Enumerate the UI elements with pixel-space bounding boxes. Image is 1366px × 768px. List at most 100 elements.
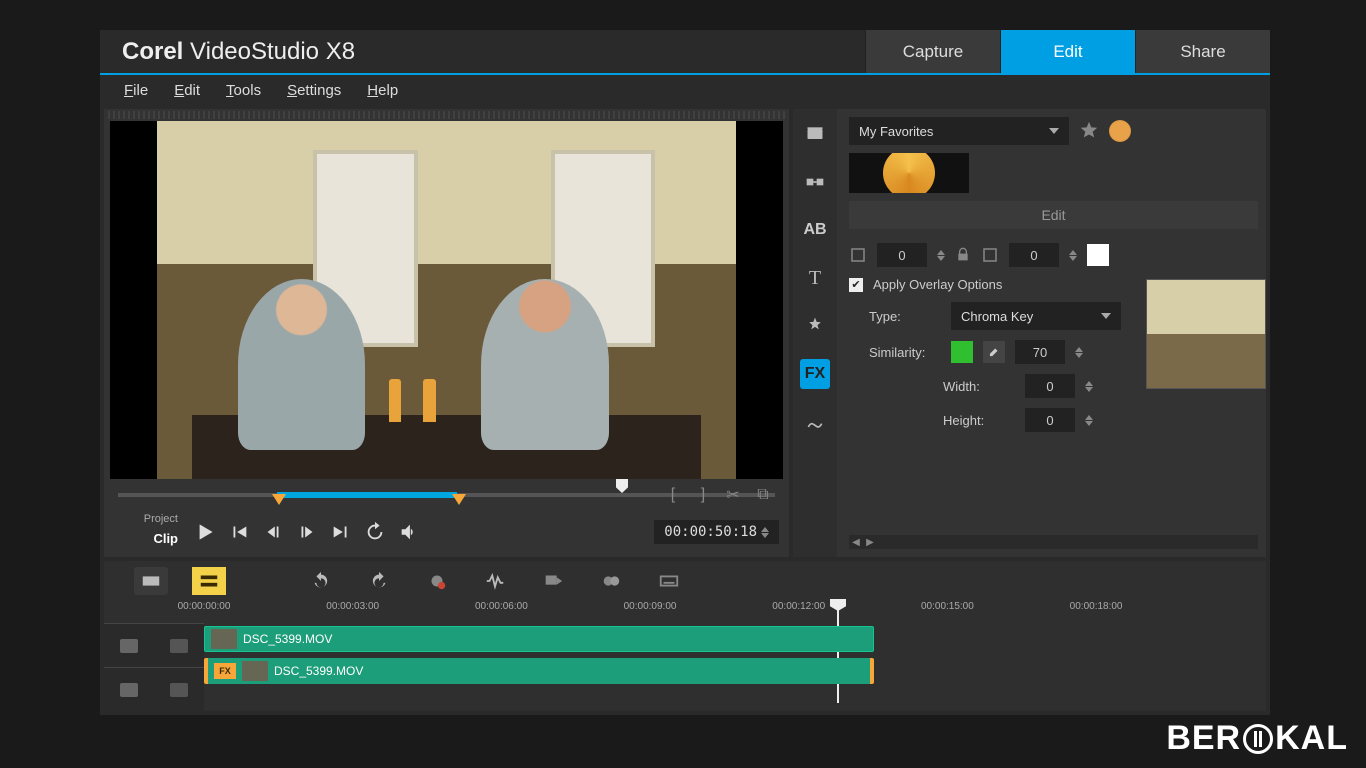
options-hscroll[interactable]: ◀▶	[849, 535, 1258, 549]
redo-button[interactable]	[362, 567, 396, 595]
crop-width-value[interactable]: 0	[1025, 374, 1075, 398]
clip-thumb	[211, 629, 237, 649]
brain-icon	[1243, 724, 1273, 754]
overlay-preview-thumb[interactable]	[1146, 279, 1266, 389]
tab-share[interactable]: Share	[1135, 30, 1270, 73]
subtitle-button[interactable]	[652, 567, 686, 595]
video-clip[interactable]: DSC_5399.MOV	[204, 626, 874, 652]
clip-label: Clip	[147, 525, 178, 551]
overlay-track-header[interactable]	[104, 667, 204, 711]
app-title: Corel VideoStudio X8	[100, 38, 865, 66]
scrub-bar[interactable]: [ ] ✂ ⧉	[112, 483, 781, 507]
spinner[interactable]	[937, 250, 945, 261]
crop-height-value[interactable]: 0	[1025, 408, 1075, 432]
spinner[interactable]	[1085, 415, 1093, 426]
overlay-clip[interactable]: FX DSC_5399.MOV	[204, 658, 874, 684]
cut-icon[interactable]: ✂	[723, 485, 743, 505]
go-start-button[interactable]	[226, 519, 252, 545]
graphic-tab-icon[interactable]	[800, 311, 830, 341]
preview-video[interactable]	[110, 121, 783, 479]
timeline-toolbar	[104, 561, 1266, 601]
storyboard-view-button[interactable]	[134, 567, 168, 595]
tab-capture[interactable]: Capture	[865, 30, 1000, 73]
clip-filename: DSC_5399.MOV	[243, 632, 332, 646]
timeline-panel: 00:00:00:00 00:00:03:00 00:00:06:00 00:0…	[104, 561, 1266, 711]
spinner[interactable]	[1085, 381, 1093, 392]
play-button[interactable]	[192, 519, 218, 545]
menu-bar: File Edit Tools Settings Help	[100, 75, 1270, 105]
video-track-header[interactable]	[104, 623, 204, 667]
border-color-swatch[interactable]	[1087, 244, 1109, 266]
width-label: Width:	[943, 379, 1015, 394]
fx-tab-icon[interactable]: FX	[800, 359, 830, 389]
scrub-playhead[interactable]	[616, 479, 628, 493]
border-value-2[interactable]: 0	[1009, 243, 1059, 267]
batch-convert-button[interactable]	[594, 567, 628, 595]
ruler-tick: 00:00:00:00	[178, 601, 231, 612]
watermark-text: BER	[1166, 719, 1241, 758]
project-clip-toggle[interactable]: Project Clip	[114, 513, 184, 551]
media-tab-icon[interactable]	[800, 119, 830, 149]
menu-tools[interactable]: Tools	[226, 82, 261, 99]
scene-person	[238, 279, 365, 451]
timecode-display[interactable]: 00:00:50:18	[654, 520, 779, 544]
transition-tab-icon[interactable]	[800, 167, 830, 197]
options-edit-button[interactable]: Edit	[849, 201, 1258, 229]
preview-panel: [ ] ✂ ⧉ Project Clip	[104, 109, 789, 557]
lock-icon[interactable]	[955, 247, 971, 263]
volume-button[interactable]	[396, 519, 422, 545]
step-fwd-button[interactable]	[294, 519, 320, 545]
text-tab-icon[interactable]: T	[800, 263, 830, 293]
auto-music-button[interactable]	[536, 567, 570, 595]
path-tab-icon[interactable]	[800, 407, 830, 437]
library-options-panel: AB T FX My Favorites Edit	[793, 109, 1266, 557]
app-frame: Corel VideoStudio X8 Capture Edit Share …	[100, 30, 1270, 715]
undo-button[interactable]	[304, 567, 338, 595]
add-favorite-icon[interactable]	[1077, 119, 1101, 143]
tracks-body[interactable]: DSC_5399.MOV FX DSC_5399.MOV	[204, 623, 1266, 711]
apply-overlay-checkbox[interactable]: ✔	[849, 278, 863, 292]
scene-prop	[423, 379, 436, 422]
menu-edit[interactable]: Edit	[174, 82, 200, 99]
library-thumbnail[interactable]	[849, 153, 969, 193]
timeline-ruler[interactable]: 00:00:00:00 00:00:03:00 00:00:06:00 00:0…	[104, 601, 1266, 623]
border-value-1[interactable]: 0	[877, 243, 927, 267]
mark-in-icon[interactable]: [	[663, 485, 683, 505]
spinner[interactable]	[1069, 250, 1077, 261]
overlay-type-dropdown[interactable]: Chroma Key	[951, 302, 1121, 330]
library-category-dropdown[interactable]: My Favorites	[849, 117, 1069, 145]
chroma-color-swatch[interactable]	[951, 341, 973, 363]
clip-thumb	[242, 661, 268, 681]
timecode-spinner[interactable]	[761, 527, 769, 538]
clip-filename: DSC_5399.MOV	[274, 664, 363, 678]
audio-mixer-button[interactable]	[478, 567, 512, 595]
tab-edit[interactable]: Edit	[1000, 30, 1135, 73]
mark-out-icon[interactable]: ]	[693, 485, 713, 505]
library-side-tabs: AB T FX	[793, 109, 837, 557]
eyedropper-icon[interactable]	[983, 341, 1005, 363]
ruler-tick: 00:00:15:00	[921, 601, 974, 612]
menu-file[interactable]: File	[124, 82, 148, 99]
mark-in-handle[interactable]	[272, 494, 286, 505]
expand-icon[interactable]: ⧉	[753, 485, 773, 505]
go-end-button[interactable]	[328, 519, 354, 545]
timeline-view-button[interactable]	[192, 567, 226, 595]
scrub-range[interactable]	[277, 492, 457, 498]
border-icon-2	[981, 246, 999, 264]
spinner[interactable]	[1075, 347, 1083, 358]
library-header: My Favorites	[849, 117, 1258, 145]
repeat-button[interactable]	[362, 519, 388, 545]
menu-settings[interactable]: Settings	[287, 82, 341, 99]
track-headers	[104, 623, 204, 711]
panel-grip[interactable]	[108, 111, 785, 119]
mark-out-handle[interactable]	[452, 494, 466, 505]
get-more-icon[interactable]	[1109, 120, 1131, 142]
record-button[interactable]	[420, 567, 454, 595]
ruler-tick: 00:00:03:00	[326, 601, 379, 612]
menu-help[interactable]: Help	[367, 82, 398, 99]
similarity-value[interactable]: 70	[1015, 340, 1065, 364]
title-tab-icon[interactable]: AB	[800, 215, 830, 245]
step-back-button[interactable]	[260, 519, 286, 545]
video-frame	[157, 121, 736, 479]
timecode-value: 00:00:50:18	[664, 524, 757, 540]
